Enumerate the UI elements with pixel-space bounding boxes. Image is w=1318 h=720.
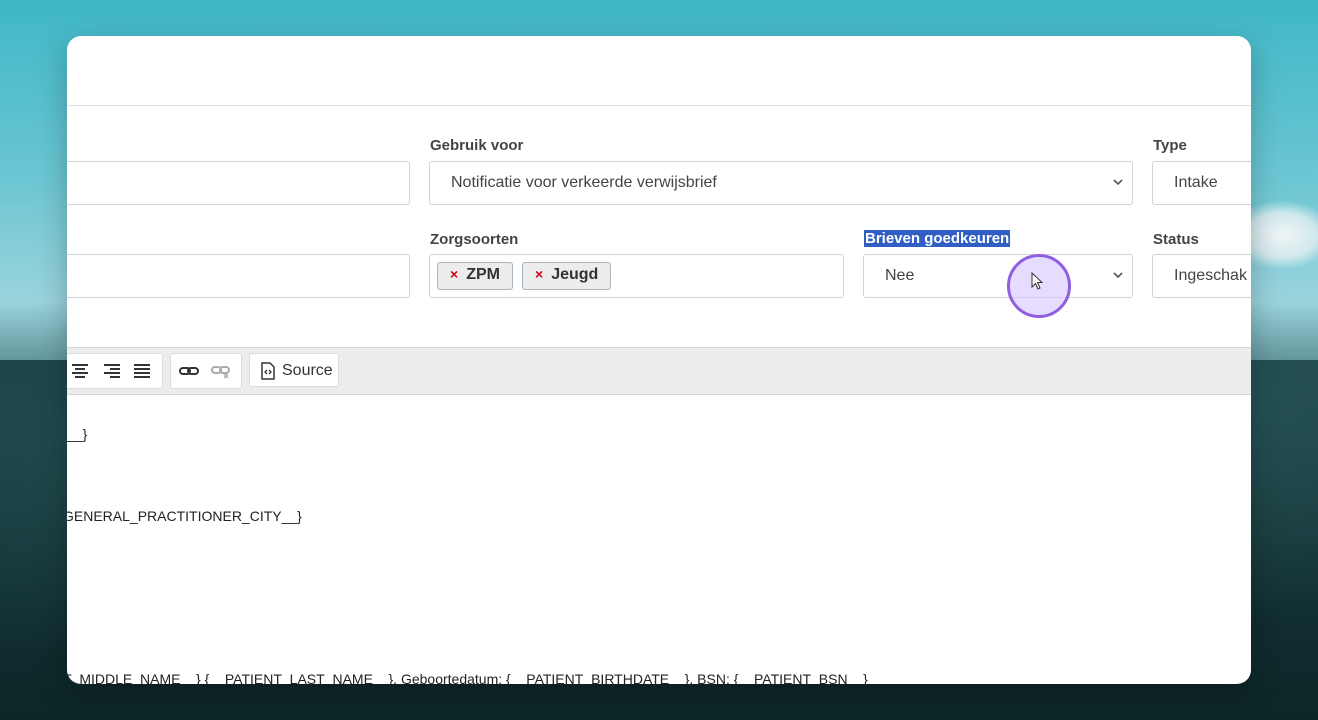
align-right-icon[interactable]: [102, 362, 122, 380]
chevron-down-icon: [1113, 272, 1123, 279]
editor-line[interactable]: GENERAL_PRACTITIONER_CITY__}: [67, 508, 302, 524]
editor-line[interactable]: __}: [67, 426, 87, 442]
zorgsoorten-multiselect[interactable]: × ZPM × Jeugd: [429, 254, 844, 298]
editor-toolbar: Source: [67, 347, 1251, 395]
chip-zpm: × ZPM: [437, 262, 513, 290]
status-value: Ingeschak: [1174, 267, 1247, 284]
chevron-down-icon: [1113, 179, 1123, 186]
align-justify-icon[interactable]: [132, 362, 152, 380]
chip-jeugd: × Jeugd: [522, 262, 612, 290]
chip-remove-icon[interactable]: ×: [450, 266, 458, 282]
second-left-input[interactable]: [67, 254, 410, 298]
mouse-pointer-icon: [1031, 272, 1044, 290]
source-icon: [261, 362, 275, 380]
link-group: [170, 353, 242, 389]
align-center-icon[interactable]: [70, 362, 90, 380]
status-label: Status: [1153, 231, 1199, 248]
brieven-goedkeuren-select[interactable]: Nee: [863, 254, 1133, 298]
chip-label: ZPM: [466, 266, 500, 283]
gebruik-voor-label: Gebruik voor: [430, 137, 524, 154]
unlink-icon[interactable]: [211, 362, 231, 380]
source-button[interactable]: Source: [249, 353, 339, 387]
template-edit-panel: Gebruik voor Notificatie voor verkeerde …: [67, 36, 1251, 684]
source-label: Source: [282, 362, 333, 379]
type-label: Type: [1153, 137, 1187, 154]
link-icon[interactable]: [179, 362, 199, 380]
panel-header: [67, 36, 1251, 106]
cursor-highlight: [1007, 254, 1071, 318]
name-input[interactable]: [67, 161, 410, 205]
type-select[interactable]: Intake: [1152, 161, 1251, 205]
brieven-goedkeuren-value: Nee: [885, 267, 915, 284]
gebruik-voor-value: Notificatie voor verkeerde verwijsbrief: [451, 174, 717, 191]
alignment-group: [67, 353, 163, 389]
gebruik-voor-select[interactable]: Notificatie voor verkeerde verwijsbrief: [429, 161, 1133, 205]
chip-remove-icon[interactable]: ×: [535, 266, 543, 282]
zorgsoorten-label: Zorgsoorten: [430, 231, 519, 248]
chip-label: Jeugd: [551, 266, 599, 283]
type-value: Intake: [1174, 174, 1218, 191]
status-select[interactable]: Ingeschak: [1152, 254, 1251, 298]
editor-line[interactable]: T_MIDDLE_NAME__} {__PATIENT_LAST_NAME__}…: [67, 671, 868, 684]
brieven-goedkeuren-label: Brieven goedkeuren: [864, 230, 1011, 247]
